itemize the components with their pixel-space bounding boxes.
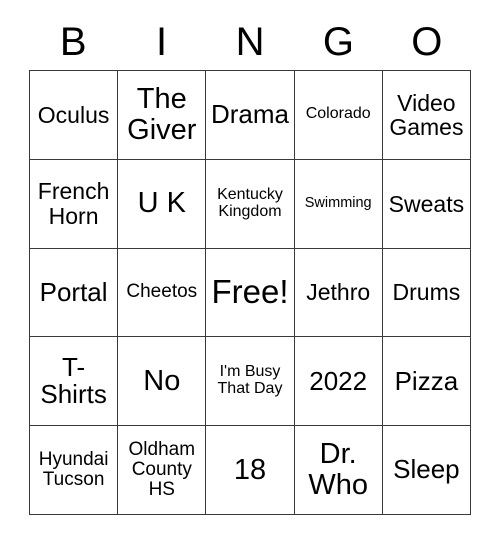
bingo-cell[interactable]: I'm Busy That Day	[206, 337, 295, 427]
bingo-cell-label: Kentucky Kingdom	[217, 185, 283, 220]
bingo-cell-label: 2022	[309, 365, 368, 396]
bingo-cell-label: Pizza	[394, 365, 459, 396]
bingo-cell-label: Sleep	[393, 454, 460, 485]
bingo-cell[interactable]: Drama	[206, 71, 295, 160]
bingo-card: B I N G O Oculus The Giver Drama Colorado Vi…	[0, 0, 500, 544]
bingo-cell[interactable]: French Horn	[30, 159, 119, 249]
bingo-cell[interactable]: Cheetos	[118, 248, 207, 338]
bingo-cell-label: Oculus	[37, 101, 110, 128]
bingo-cell[interactable]: The Giver	[118, 71, 207, 160]
bingo-cell[interactable]: 18	[206, 426, 295, 515]
bingo-cell[interactable]: Oculus	[30, 71, 119, 160]
header-letter-i: I	[156, 20, 168, 64]
bingo-cell[interactable]: Dr. Who	[294, 426, 383, 515]
header-letter-b: B	[59, 20, 87, 64]
bingo-cell-label: The Giver	[127, 83, 197, 146]
bingo-cell-label: Video Games	[389, 89, 464, 140]
bingo-cell-label: Dr. Who	[308, 438, 369, 502]
bingo-cell-label: French Horn	[37, 178, 110, 229]
bingo-cell-label: Swimming	[304, 195, 372, 212]
bingo-cell-label: 18	[233, 453, 267, 486]
header-letter-n: N	[235, 20, 265, 64]
header-letter-o: O	[411, 20, 443, 64]
bingo-cell-label: Sweats	[388, 190, 465, 217]
bingo-header-row: B I N G O	[29, 16, 471, 68]
bingo-cell[interactable]: Swimming	[294, 159, 383, 249]
bingo-cell-label: Colorado	[305, 105, 371, 123]
bingo-cell-label: Portal	[39, 276, 108, 307]
bingo-grid: Oculus The Giver Drama Colorado Video Games F…	[29, 70, 471, 515]
bingo-cell[interactable]: Kentucky Kingdom	[206, 159, 295, 249]
bingo-cell-free-space[interactable]: Free!	[206, 248, 295, 338]
bingo-cell[interactable]: Sweats	[382, 159, 471, 249]
header-letter-g: G	[322, 20, 354, 64]
bingo-cell[interactable]: Hyundai Tucson	[30, 426, 119, 515]
bingo-cell-label: Jethro	[306, 279, 371, 306]
bingo-cell-label: I'm Busy That Day	[217, 363, 283, 398]
bingo-cell[interactable]: U K	[118, 159, 207, 249]
bingo-cell-label: Drama	[210, 99, 289, 130]
bingo-cell[interactable]: T- Shirts	[30, 337, 119, 427]
bingo-cell-label: T- Shirts	[40, 351, 107, 410]
bingo-cell-label: Hyundai Tucson	[38, 448, 109, 491]
bingo-cell-label: No	[143, 364, 181, 397]
bingo-cell[interactable]: Drums	[382, 248, 471, 338]
bingo-cell[interactable]: Oldham County HS	[118, 426, 207, 515]
bingo-cell[interactable]: Portal	[30, 248, 119, 338]
bingo-cell[interactable]: Video Games	[382, 71, 471, 160]
bingo-cell-label: Drums	[392, 279, 461, 306]
bingo-cell[interactable]: Pizza	[382, 337, 471, 427]
bingo-cell[interactable]: 2022	[294, 337, 383, 427]
bingo-cell[interactable]: Sleep	[382, 426, 471, 515]
bingo-cell-label: Free!	[211, 273, 289, 310]
bingo-cell[interactable]: Jethro	[294, 248, 383, 338]
bingo-cell-label: Oldham County HS	[128, 438, 196, 501]
bingo-cell[interactable]: Colorado	[294, 71, 383, 160]
bingo-cell-label: U K	[137, 187, 186, 220]
bingo-cell[interactable]: No	[118, 337, 207, 427]
bingo-cell-label: Cheetos	[126, 281, 198, 303]
